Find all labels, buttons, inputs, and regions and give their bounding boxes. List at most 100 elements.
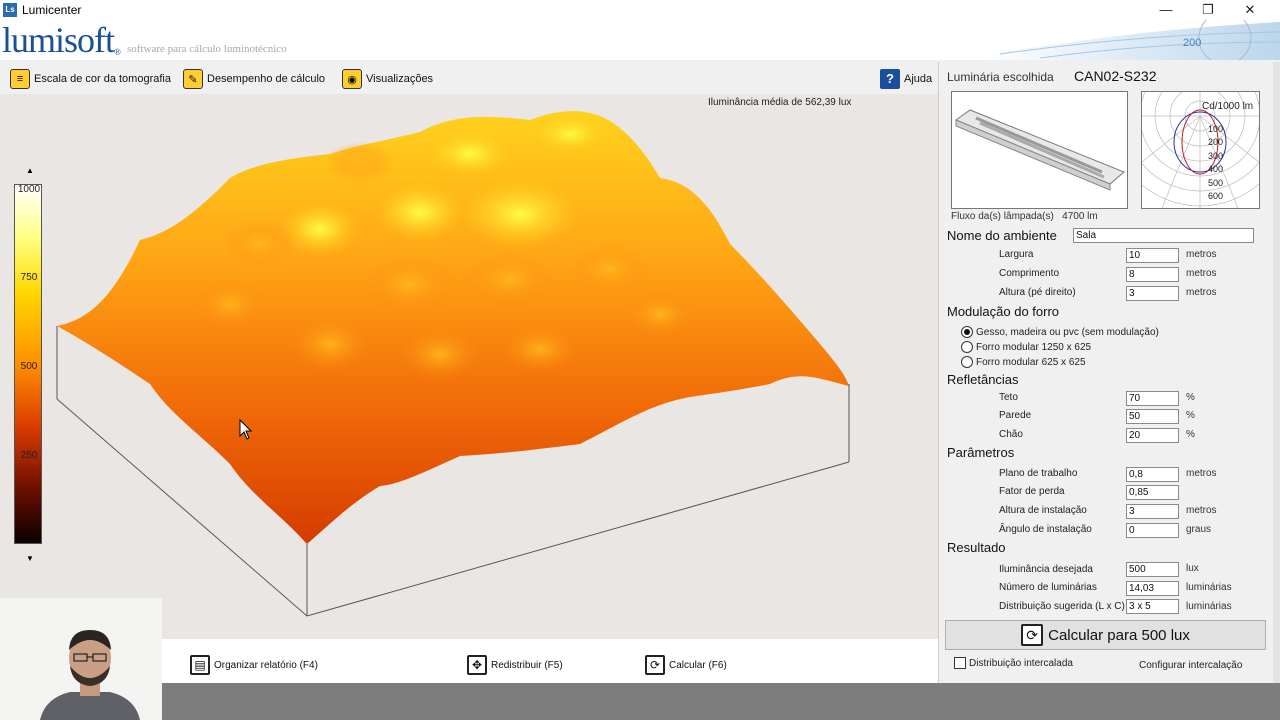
organize-report-button[interactable]: ▤ Organizar relatório (F4) [190,655,318,675]
desired-illuminance-unit: lux [1186,563,1199,574]
params-section-title: Parâmetros [947,445,1015,460]
organize-report-label: Organizar relatório (F4) [214,659,318,671]
help-label: Ajuda [904,73,933,85]
color-scale-icon: ≡ [10,69,30,89]
webcam-overlay [0,598,162,720]
illuminance-surface-plot [56,111,850,617]
radio-unchecked-icon [961,356,973,368]
polar-curve-chart[interactable]: Cd/1000 lm 100 200 300 400 500 600 [1109,25,1280,209]
view-toolbar: ≡ Escala de cor da tomografia ✎ Desempen… [0,62,938,94]
reflectance-section-title: Refletâncias [947,372,1019,387]
help-icon: ? [880,69,900,89]
length-input[interactable] [1126,267,1179,282]
wall-reflectance-label: Parede [999,410,1032,421]
eye-icon: ◉ [342,69,362,89]
luminaire-count-label: Número de luminárias [999,582,1097,593]
footer-strip [162,683,1280,720]
luminaire-count-input[interactable] [1126,581,1179,596]
install-height-input[interactable] [1126,504,1179,519]
suggested-distribution-input[interactable] [1126,599,1179,614]
window-title: Lumicenter [22,3,82,17]
radio-checked-icon [961,326,973,338]
app-window: Ls Lumicenter — ❐ ✕ lumisoft® software p… [0,0,1280,720]
configure-interleaving-link[interactable]: Configurar intercalação [1139,660,1242,671]
suggested-distribution-unit: luminárias [1186,601,1232,612]
width-label: Largura [999,249,1034,260]
polar-ring-label: 400 [1208,164,1224,174]
luminaire-image[interactable] [951,91,1128,209]
install-angle-label: Ângulo de instalação [999,524,1092,535]
wall-reflectance-unit: % [1186,410,1195,421]
ceiling-option-gesso[interactable]: Gesso, madeira ou pvc (sem modulação) [961,326,1159,338]
luminaire-code[interactable]: CAN02-S232 [1074,68,1157,84]
interleaved-distribution-checkbox[interactable]: Distribuição intercalada [954,657,1073,669]
lumisoft-logo: lumisoft® [2,20,121,60]
desired-illuminance-input[interactable] [1126,562,1179,577]
help-button[interactable]: ? Ajuda [880,68,932,90]
brand-band: lumisoft® software para cálculo luminoté… [0,20,1280,60]
refresh-icon: ⟳ [645,655,665,675]
title-bar: Ls Lumicenter — ❐ ✕ [0,0,1280,20]
lamp-flux: Fluxo da(s) lâmpada(s) 4700 lm [951,211,1098,222]
floor-reflectance-label: Chão [999,429,1023,440]
work-plane-unit: metros [1186,468,1217,479]
move-icon: ✥ [467,655,487,675]
polar-ring-label: 500 [1208,178,1224,188]
height-label: Altura (pé direito) [999,287,1076,298]
polar-title: Cd/1000 lm [1202,101,1254,112]
install-height-unit: metros [1186,505,1217,516]
close-button[interactable]: ✕ [1230,0,1270,20]
luminaire-count-unit: luminárias [1186,582,1232,593]
report-icon: ▤ [190,655,210,675]
ceiling-reflectance-label: Teto [999,392,1018,403]
views-button[interactable]: ◉ Visualizações [342,68,433,90]
brand-swoosh-graphic [980,20,1280,60]
performance-label: Desempenho de cálculo [207,73,326,85]
height-unit: metros [1186,287,1217,298]
floor-reflectance-unit: % [1186,429,1195,440]
minimize-button[interactable]: — [1146,0,1186,20]
room-name-input[interactable] [1073,228,1254,243]
ceiling-option-1250[interactable]: Forro modular 1250 x 625 [961,341,1091,353]
ceiling-reflectance-unit: % [1186,392,1195,403]
performance-icon: ✎ [183,69,203,89]
width-input[interactable] [1126,248,1179,263]
color-scale-label: Escala de cor da tomografia [34,73,171,85]
parameters-panel: Luminária escolhida CAN02-S232 Cd/1000 l… [938,25,1280,683]
illuminance-surface [57,111,849,544]
polar-ring-label: 100 [1208,124,1224,134]
ceiling-section-title: Modulação do forro [947,304,1060,319]
work-plane-input[interactable] [1126,467,1179,482]
checkbox-unchecked-icon [954,657,966,669]
desired-illuminance-label: Iluminância desejada [999,564,1093,575]
work-plane-label: Plano de trabalho [999,468,1078,479]
suggested-distribution-label: Distribuição sugerida (L x C) [999,601,1125,612]
color-scale-button[interactable]: ≡ Escala de cor da tomografia [10,68,171,90]
wall-reflectance-input[interactable] [1126,409,1179,424]
polar-ring-label: 600 [1208,191,1224,201]
radio-unchecked-icon [961,341,973,353]
ceiling-option-625[interactable]: Forro modular 625 x 625 [961,356,1086,368]
redistribute-button[interactable]: ✥ Redistribuir (F5) [467,655,563,675]
panel-scrollbar[interactable] [1273,62,1280,683]
polar-ring-label: 300 [1208,151,1224,161]
tagline: software para cálculo luminotécnico [127,43,287,55]
restore-button[interactable]: ❐ [1188,0,1228,20]
install-height-label: Altura de instalação [999,505,1087,516]
room-name-label: Nome do ambiente [947,228,1057,243]
calculate-for-500-lux-button[interactable]: ⟳ Calcular para 500 lux [945,620,1266,650]
version-badge: 200 [1183,37,1202,49]
calculate-f6-button[interactable]: ⟳ Calcular (F6) [645,655,727,675]
app-icon: Ls [3,3,17,17]
performance-button[interactable]: ✎ Desempenho de cálculo [183,68,325,90]
install-angle-input[interactable] [1126,523,1179,538]
illuminance-3d-view[interactable]: Iluminância média de 562,39 lux ▲ 1000 7… [0,94,938,639]
ceiling-reflectance-input[interactable] [1126,391,1179,406]
loss-factor-input[interactable] [1126,485,1179,500]
floor-reflectance-input[interactable] [1126,428,1179,443]
refresh-icon: ⟳ [1021,624,1044,646]
views-label: Visualizações [366,73,434,85]
height-input[interactable] [1126,286,1179,301]
redistribute-label: Redistribuir (F5) [491,659,563,671]
bottom-action-bar: ▤ Organizar relatório (F4) ✥ Redistribui… [162,639,938,683]
